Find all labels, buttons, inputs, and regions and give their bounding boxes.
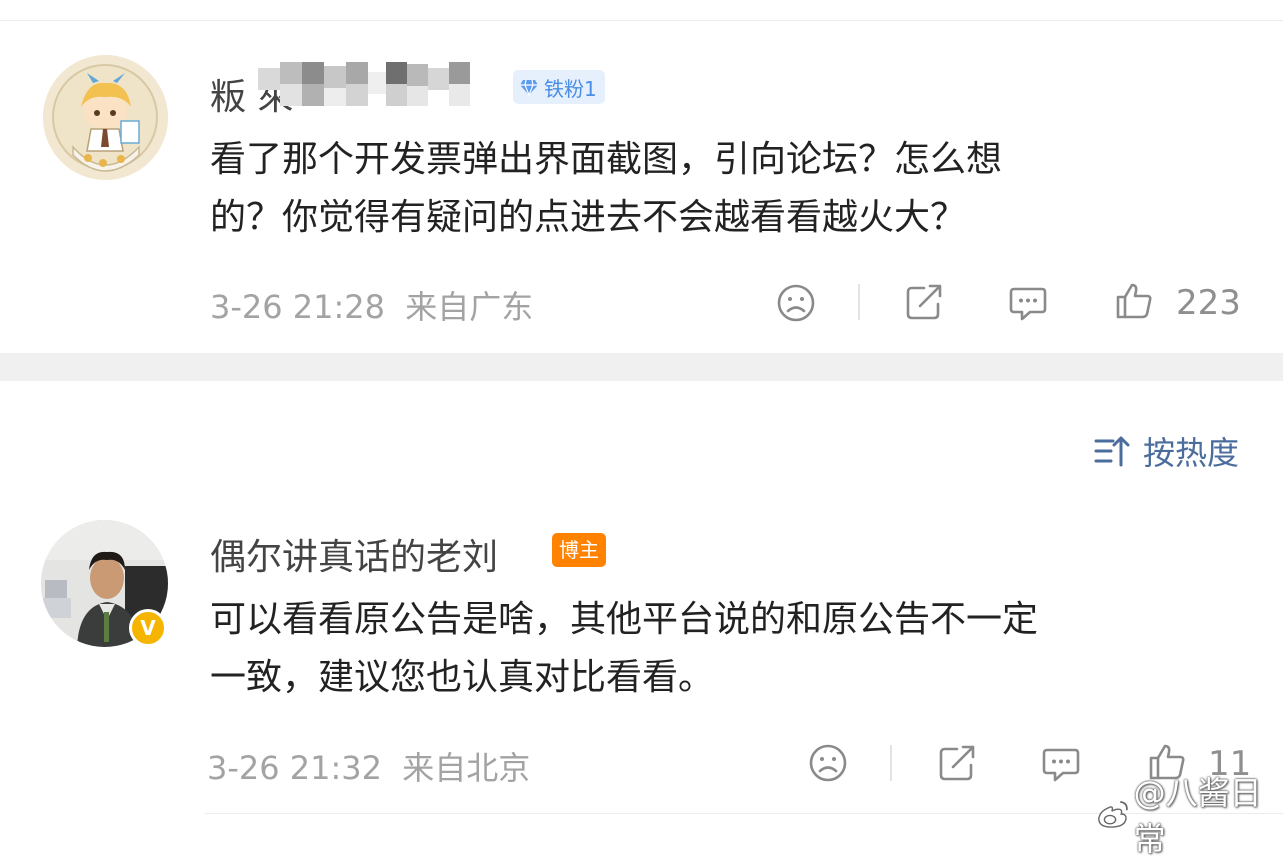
- timestamp: 3-26 21:28: [210, 288, 386, 326]
- fan-badge-label: 铁粉1: [544, 76, 597, 101]
- dislike-icon[interactable]: [776, 283, 816, 323]
- sort-icon: [1094, 436, 1130, 467]
- avatar[interactable]: [43, 55, 168, 180]
- sort-by-hot-button[interactable]: 按热度: [1093, 428, 1239, 474]
- location: 来自北京: [402, 749, 531, 787]
- comment-text-line: 看了那个开发票弹出界面截图，引向论坛？怎么想: [210, 139, 1003, 180]
- comment-text: 看了那个开发票弹出界面截图，引向论坛？怎么想 的？你觉得有疑问的点进去不会越看看…: [210, 131, 1002, 247]
- location: 来自广东: [405, 288, 534, 326]
- username[interactable]: 偶尔讲真话的老刘: [210, 528, 498, 580]
- verified-badge-icon: V: [129, 609, 167, 647]
- comment-text-line: 的？你觉得有疑问的点进去不会越看看越火大？: [210, 197, 967, 238]
- dislike-icon[interactable]: [808, 743, 848, 783]
- username-blur-mosaic: [386, 62, 470, 106]
- comment-meta: 3-26 21:28 来自广东: [210, 282, 533, 328]
- like-count: 223: [1176, 283, 1241, 323]
- username-blur-mosaic: [258, 62, 390, 106]
- sort-label: 按热度: [1142, 434, 1239, 472]
- comment-text-line: 可以看看原公告是啥，其他平台说的和原公告不一定: [210, 599, 1039, 640]
- action-separator: [858, 284, 860, 320]
- watermark-text: @八酱日常: [1133, 774, 1262, 858]
- comment-text: 可以看看原公告是啥，其他平台说的和原公告不一定 一致，建议您也认真对比看看。: [210, 591, 1038, 707]
- top-divider: [0, 20, 1283, 21]
- comment-icon[interactable]: [1008, 283, 1048, 323]
- action-separator: [890, 745, 892, 781]
- section-divider: [0, 353, 1283, 381]
- timestamp: 3-26 21:32: [207, 749, 383, 787]
- blogger-badge: 博主: [552, 533, 606, 567]
- comment-meta: 3-26 21:32 来自北京: [207, 743, 530, 789]
- gem-icon: [520, 79, 538, 97]
- weibo-logo-icon: [1098, 801, 1128, 828]
- like-icon[interactable]: [1114, 281, 1154, 321]
- comment-text-line: 一致，建议您也认真对比看看。: [210, 657, 715, 698]
- fan-badge[interactable]: 铁粉1: [513, 70, 605, 104]
- share-icon[interactable]: [904, 282, 944, 322]
- share-icon[interactable]: [937, 743, 977, 783]
- comment-icon[interactable]: [1041, 744, 1081, 784]
- watermark: @八酱日常: [1096, 768, 1283, 860]
